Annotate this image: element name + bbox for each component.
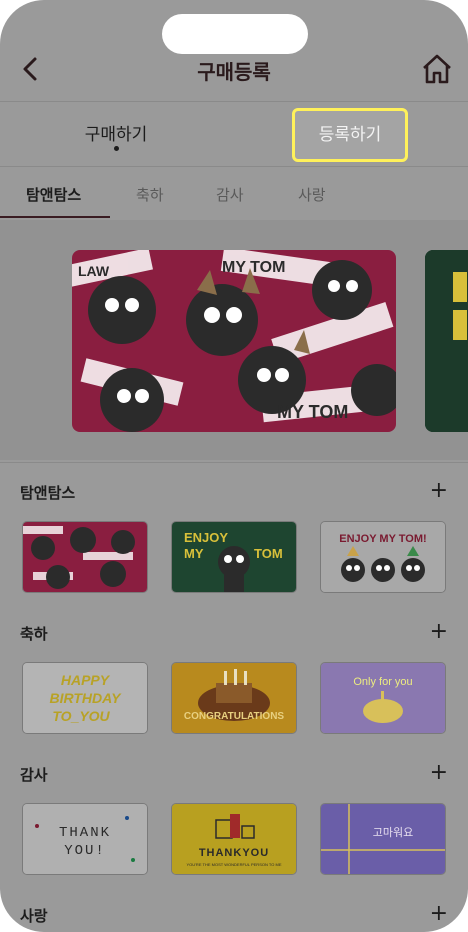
enjoy-white-thumb: ENJOY MY TOM! [321,522,445,592]
section-expand-plus-icon[interactable]: + [430,901,448,926]
card-congratulations[interactable]: CONGRATULATIONS [171,662,297,734]
only-for-you-thumb: Only for you [321,663,445,733]
congratulations-thumb: CONGRATULATIONS [172,663,296,733]
card-happy-birthday[interactable]: HAPPY BIRTHDAY TO_YOU [22,662,148,734]
tab-category-thanks[interactable]: 감사 [216,184,244,205]
tab-category-love[interactable]: 사랑 [298,184,326,205]
svg-text:YOU!: YOU! [64,843,106,859]
svg-text:BIRTHDAY: BIRTHDAY [49,690,122,706]
svg-text:ENJOY MY TOM!: ENJOY MY TOM! [339,533,426,545]
tab-category-tamntams[interactable]: 탐앤탐스 [26,184,81,205]
svg-text:MY: MY [184,546,204,561]
svg-text:YOU'RE THE MOST WONDERFUL PERS: YOU'RE THE MOST WONDERFUL PERSON TO ME [187,862,282,867]
hero-divider [0,462,468,463]
card-thankyou-yellow[interactable]: THANKYOU YOU'RE THE MOST WONDERFUL PERSO… [171,803,297,875]
category-tabs: 탐앤탐스 축하 감사 사랑 [0,176,468,220]
thankyou-yellow-thumb: THANKYOU YOU'RE THE MOST WONDERFUL PERSO… [172,804,296,874]
card-thank-you-white[interactable]: THANK YOU! [22,803,148,875]
card-gomawoyo[interactable]: 고마워요 [320,803,446,875]
active-tab-underline [0,216,110,218]
featured-card-next[interactable] [425,250,468,432]
tab-category-congrats[interactable]: 축하 [136,184,164,205]
card-only-for-you[interactable]: Only for you [320,662,446,734]
hero-law-text: LAW [78,263,110,279]
svg-text:HAPPY: HAPPY [61,672,111,688]
svg-text:THANK: THANK [59,825,111,841]
svg-text:TOM: TOM [254,546,283,561]
section-title-congrats: 축하 [20,625,48,643]
app-header: 구매등록 [0,50,468,90]
page-title: 구매등록 [197,60,271,84]
next-card-illustration [425,250,468,432]
mytom-pattern-illustration: MY TOM LAW MY TOM [72,250,396,432]
purchase-mode-switch: 구매하기 등록하기 [0,108,468,164]
section-title-thanks: 감사 [20,766,48,784]
segment-divider [0,166,468,167]
thank-you-white-thumb: THANK YOU! [23,804,147,874]
phone-screen: 구매등록 구매하기 등록하기 탐앤탐스 축하 감사 사랑 MY TOM LAW … [0,0,468,932]
section-title-love: 사랑 [20,907,48,925]
happy-birthday-thumb: HAPPY BIRTHDAY TO_YOU [23,663,147,733]
pattern-thumb [23,522,147,592]
card-tamntams-pattern[interactable] [22,521,148,593]
svg-text:TO_YOU: TO_YOU [52,708,110,724]
hero-mytom-text: MY TOM [222,259,285,276]
notch [162,14,308,54]
section-expand-plus-icon[interactable]: + [430,760,448,785]
card-enjoy-my-tom-white[interactable]: ENJOY MY TOM! [320,521,446,593]
section-expand-plus-icon[interactable]: + [430,619,448,644]
enjoy-green-thumb: ENJOY MY TOM [172,522,296,592]
card-enjoy-my-tom-green[interactable]: ENJOY MY TOM [171,521,297,593]
tab-buy[interactable]: 구매하기 [60,120,172,145]
featured-card-mytom[interactable]: MY TOM LAW MY TOM [72,250,396,432]
hero-mytom-text-2: MY TOM [277,402,348,422]
tab-register[interactable]: 등록하기 [292,108,408,162]
section-title-tamntams: 탐앤탐스 [20,484,76,502]
gomawoyo-thumb: 고마워요 [321,804,445,874]
svg-text:THANKYOU: THANKYOU [199,847,269,859]
active-dot [114,146,119,151]
header-divider [0,101,468,102]
home-icon[interactable] [420,52,454,86]
svg-text:CONGRATULATIONS: CONGRATULATIONS [184,711,285,722]
featured-carousel[interactable]: MY TOM LAW MY TOM [0,220,468,460]
svg-text:고마워요: 고마워요 [373,826,413,839]
svg-text:Only for you: Only for you [353,676,412,688]
svg-text:ENJOY: ENJOY [184,530,228,545]
section-expand-plus-icon[interactable]: + [430,478,448,503]
